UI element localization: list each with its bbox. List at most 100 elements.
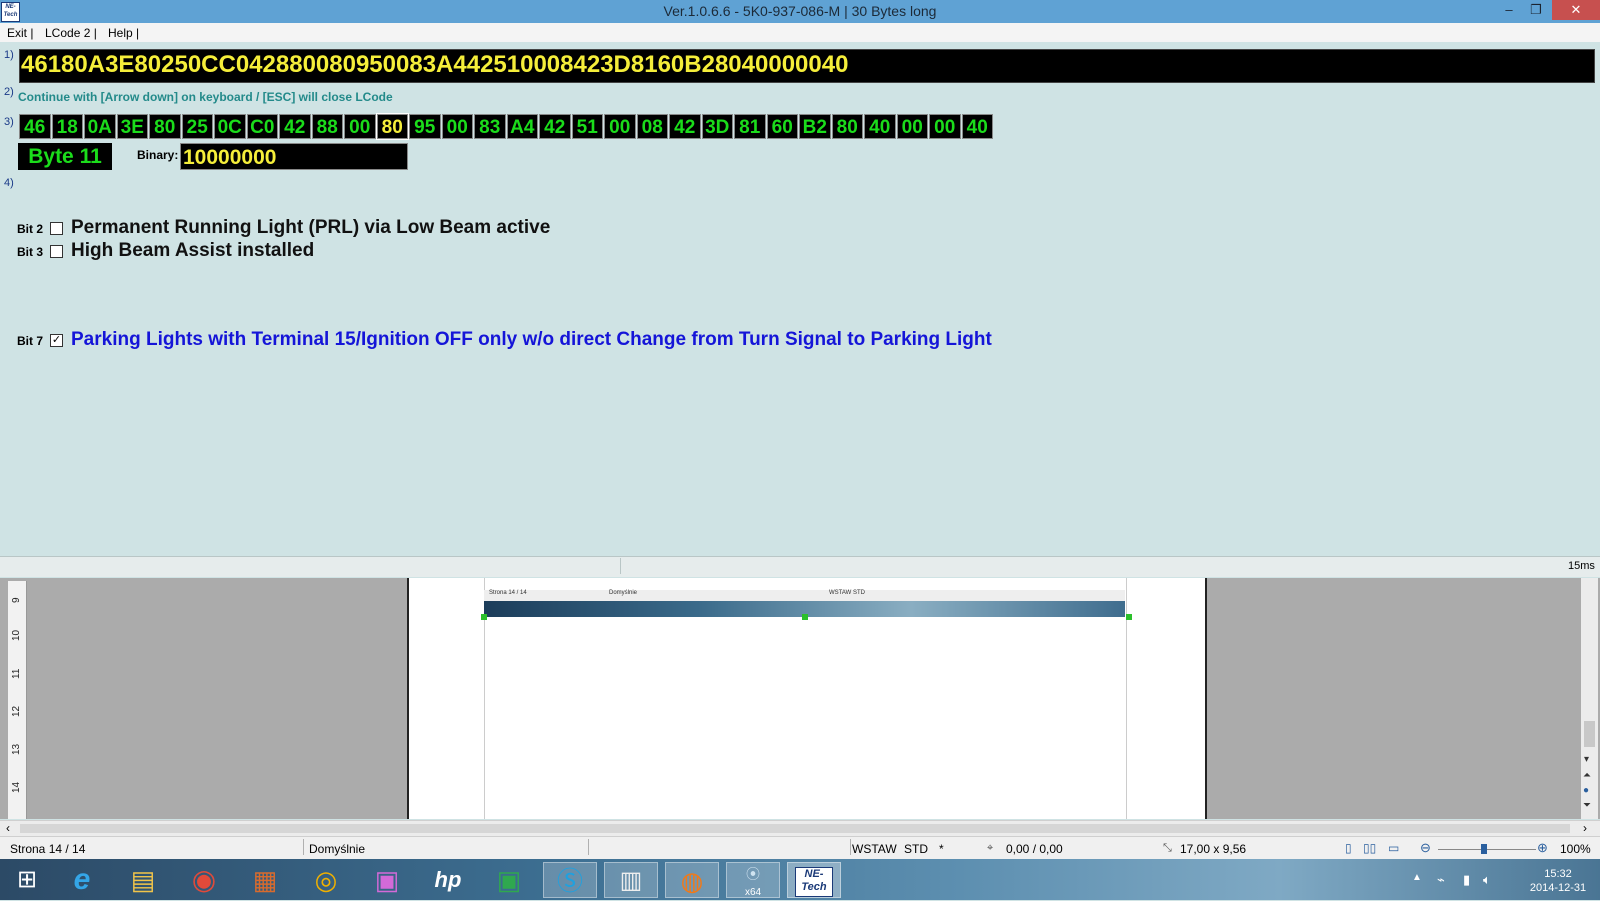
store-icon[interactable]: ▣: [482, 862, 536, 898]
ruler-number: 14: [11, 781, 22, 793]
byte-cell[interactable]: 00: [929, 114, 961, 139]
firefox-icon[interactable]: ◍: [665, 862, 719, 898]
divider: [588, 839, 589, 855]
photo-app-icon[interactable]: ▦: [238, 862, 292, 898]
netech-lcode-icon[interactable]: NE- Tech: [787, 862, 841, 898]
scroll-left-icon[interactable]: ‹: [6, 821, 10, 835]
bit-label: Bit 2: [17, 222, 44, 236]
navigator-icon[interactable]: ●: [1583, 785, 1589, 796]
byte-cell[interactable]: 3D: [701, 114, 733, 139]
size-icon: ⤡: [1163, 842, 1172, 854]
remote-app-icon[interactable]: ▣: [360, 862, 414, 898]
multi-page-view-icon[interactable]: ▯▯: [1363, 841, 1376, 855]
bit-3-description: High Beam Assist installed: [71, 240, 315, 261]
byte-cell[interactable]: 0C: [214, 114, 246, 139]
byte-cell[interactable]: 42: [279, 114, 311, 139]
embedded-mode-label: WSTAW STD: [829, 590, 865, 596]
page-indicator[interactable]: Strona 14 / 14: [10, 842, 85, 856]
byte-cell[interactable]: 00: [344, 114, 376, 139]
byte-cell[interactable]: 80: [149, 114, 181, 139]
bit-label: Bit 7: [17, 334, 44, 348]
single-page-view-icon[interactable]: ▯: [1345, 841, 1352, 855]
hp-icon[interactable]: hp: [421, 862, 475, 898]
byte-cell[interactable]: B2: [799, 114, 831, 139]
selection-mode[interactable]: STD: [904, 842, 928, 856]
vertical-scrollbar[interactable]: ▾ ⏶ ● ⏷: [1581, 578, 1598, 819]
byte-cell[interactable]: 60: [766, 114, 798, 139]
horizontal-scrollbar[interactable]: ‹ ›: [0, 820, 1600, 837]
internet-explorer-icon[interactable]: e: [55, 862, 109, 898]
selection-handle[interactable]: [1126, 614, 1132, 620]
chrome-icon[interactable]: ◉: [177, 862, 231, 898]
byte-cell[interactable]: 40: [961, 114, 993, 139]
media-player-icon[interactable]: ◎: [299, 862, 353, 898]
prev-page-icon[interactable]: ⏶: [1583, 770, 1591, 781]
selection-handle[interactable]: [481, 614, 487, 620]
byte-cell[interactable]: C0: [246, 114, 278, 139]
windows-start-icon[interactable]: ⊞: [0, 862, 54, 898]
close-button[interactable]: ✕: [1552, 0, 1600, 20]
battery-icon[interactable]: ▮: [1463, 872, 1470, 888]
divider: [620, 558, 621, 574]
scroll-down-icon[interactable]: ▾: [1584, 754, 1589, 765]
binary-label: Binary:: [137, 148, 179, 162]
volume-icon[interactable]: 🔈︎: [1483, 872, 1491, 888]
ruler-number: 10: [11, 629, 22, 641]
next-page-icon[interactable]: ⏷: [1583, 800, 1591, 811]
byte-cell[interactable]: 83: [474, 114, 506, 139]
byte-cell[interactable]: 80: [375, 113, 409, 140]
book-view-icon[interactable]: ▭: [1388, 841, 1399, 855]
byte-cell[interactable]: 40: [864, 114, 896, 139]
byte-cell[interactable]: 81: [734, 114, 766, 139]
ruler-number: 11: [11, 668, 22, 679]
byte-cell[interactable]: 00: [604, 114, 636, 139]
byte-cell[interactable]: 0A: [84, 114, 116, 139]
file-explorer-icon[interactable]: ▤: [116, 862, 170, 898]
zoom-slider-thumb[interactable]: [1481, 844, 1487, 854]
ruler-number: 9: [11, 597, 22, 603]
byte-cell[interactable]: 95: [409, 114, 441, 139]
system-clock[interactable]: 15:32 2014-12-31: [1526, 867, 1590, 895]
byte-cell[interactable]: 88: [311, 114, 343, 139]
scroll-thumb[interactable]: [20, 824, 1570, 833]
bit-3-checkbox[interactable]: [50, 245, 63, 258]
zoom-out-icon[interactable]: ⊖: [1420, 840, 1431, 856]
byte-cell[interactable]: 00: [441, 114, 473, 139]
menu-lcode2[interactable]: LCode 2 |: [45, 26, 97, 40]
archive-app-icon[interactable]: ▥: [604, 862, 658, 898]
minimize-button[interactable]: –: [1495, 0, 1523, 20]
selection-handle[interactable]: [802, 614, 808, 620]
menu-exit[interactable]: Exit |: [7, 26, 33, 40]
zoom-in-icon[interactable]: ⊕: [1537, 840, 1548, 856]
divider: [303, 839, 304, 855]
byte-cell[interactable]: 46: [19, 114, 51, 139]
scroll-thumb[interactable]: [1584, 721, 1595, 747]
byte-cell[interactable]: 18: [51, 114, 83, 139]
app-status-strip: [0, 556, 1600, 577]
section-number-4: 4): [4, 177, 14, 189]
insert-mode[interactable]: WSTAW: [852, 842, 897, 856]
byte-cell[interactable]: 51: [571, 114, 603, 139]
scroll-right-icon[interactable]: ›: [1583, 821, 1587, 835]
byte-cell[interactable]: 42: [669, 114, 701, 139]
restore-button[interactable]: ❐: [1522, 0, 1550, 20]
menu-help[interactable]: Help |: [108, 26, 139, 40]
byte-cell[interactable]: 80: [831, 114, 863, 139]
bit-7-checkbox[interactable]: ✓: [50, 334, 63, 347]
vcds-icon[interactable]: ⦿ x64: [726, 862, 780, 898]
show-hidden-icons-icon[interactable]: ▲: [1412, 872, 1422, 883]
byte-cell[interactable]: 25: [181, 114, 213, 139]
zoom-level[interactable]: 100%: [1560, 842, 1591, 856]
zoom-slider[interactable]: [1438, 849, 1536, 850]
page-style[interactable]: Domyślnie: [309, 842, 365, 856]
bit-2-checkbox[interactable]: [50, 222, 63, 235]
embedded-page-label: Strona 14 / 14: [489, 590, 527, 596]
byte-cell[interactable]: 42: [539, 114, 571, 139]
binary-value[interactable]: 10000000: [180, 143, 408, 170]
byte-cell[interactable]: 3E: [116, 114, 148, 139]
byte-cell[interactable]: A4: [506, 114, 538, 139]
network-icon[interactable]: ⌁: [1437, 872, 1445, 888]
byte-cell[interactable]: 08: [636, 114, 668, 139]
byte-cell[interactable]: 00: [896, 114, 928, 139]
skype-icon[interactable]: Ⓢ: [543, 862, 597, 898]
